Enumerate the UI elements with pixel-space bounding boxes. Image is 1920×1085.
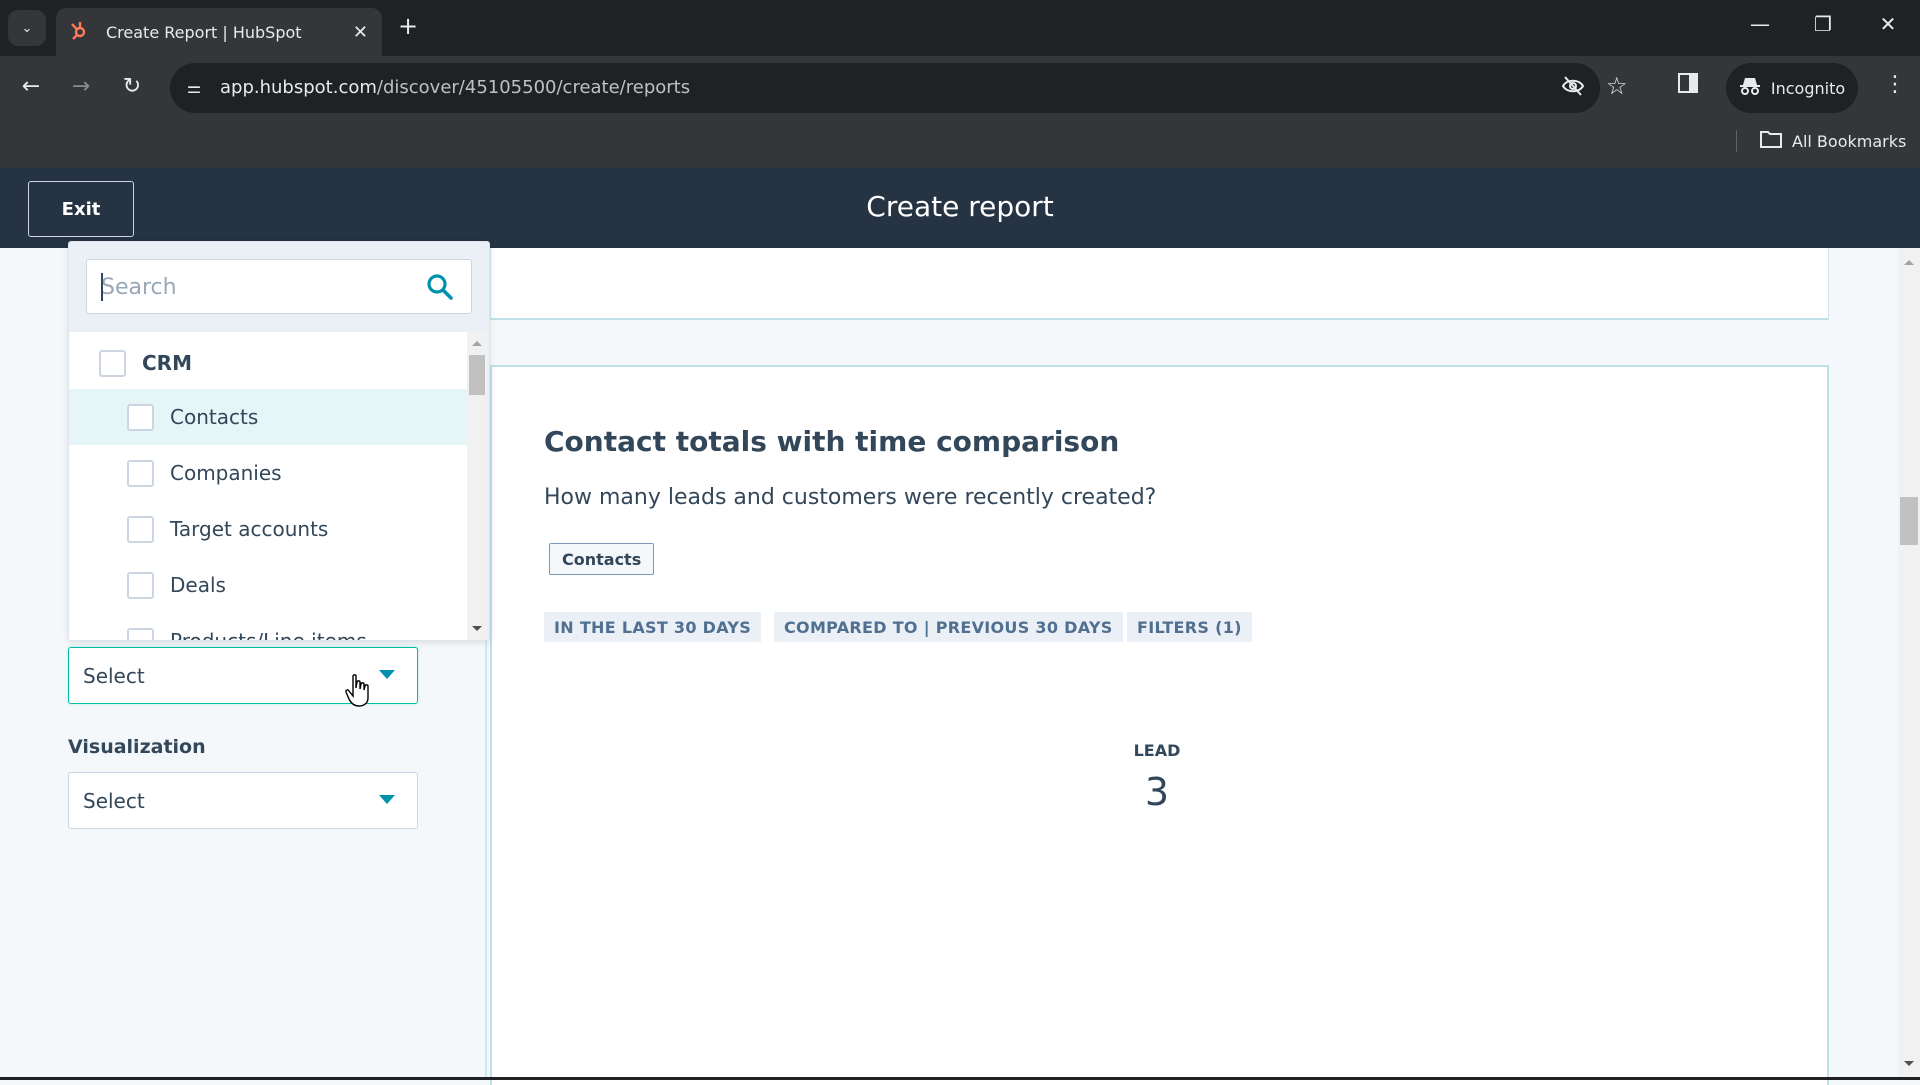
- browser-menu-icon[interactable]: ⋮: [1884, 72, 1906, 97]
- object-tag: Contacts: [549, 543, 655, 575]
- list-item-label: Contacts: [170, 405, 259, 429]
- date-range-pill[interactable]: IN THE LAST 30 DAYS: [544, 612, 762, 642]
- tab-close-icon[interactable]: ✕: [353, 22, 368, 43]
- list-item-label: Products/Line items: [170, 629, 367, 640]
- incognito-indicator[interactable]: Incognito: [1726, 63, 1858, 113]
- forward-arrow-icon[interactable]: →: [66, 74, 96, 99]
- checkbox[interactable]: [127, 403, 154, 431]
- hubspot-favicon-icon: [70, 20, 92, 45]
- visualization-select-value: Select: [83, 788, 145, 813]
- scroll-down-arrow-icon[interactable]: [1904, 1061, 1914, 1066]
- list-item-deals[interactable]: Deals: [69, 557, 467, 613]
- dropdown-search-input[interactable]: [101, 270, 411, 304]
- bookmarks-separator: [1736, 130, 1737, 152]
- list-item-target-accounts[interactable]: Target accounts: [69, 501, 467, 557]
- report-title: Contact totals with time comparison: [544, 425, 1120, 458]
- reload-icon[interactable]: ↻: [117, 74, 147, 99]
- scroll-up-arrow-icon[interactable]: [472, 341, 482, 346]
- all-bookmarks-button[interactable]: All Bookmarks: [1760, 130, 1906, 152]
- checkbox[interactable]: [127, 571, 154, 599]
- chevron-down-icon: ⌄: [21, 20, 33, 36]
- dropdown-scrollbar[interactable]: [467, 332, 487, 640]
- dropdown-search-field[interactable]: [86, 259, 472, 314]
- page-scrollbar[interactable]: [1898, 248, 1920, 1078]
- incognito-icon: [1739, 76, 1761, 100]
- dropdown-list: CRM Contacts Companies Target accounts D…: [69, 332, 467, 640]
- incognito-label: Incognito: [1770, 78, 1846, 98]
- kpi-label: LEAD: [1133, 741, 1181, 760]
- checkbox[interactable]: [127, 459, 154, 487]
- list-item-label: Deals: [170, 573, 226, 597]
- report-header-card: [490, 248, 1829, 320]
- new-tab-button[interactable]: +: [398, 12, 418, 40]
- all-bookmarks-label: All Bookmarks: [1792, 131, 1907, 151]
- folder-icon: [1760, 130, 1782, 152]
- bookmark-star-icon[interactable]: ☆: [1606, 72, 1628, 100]
- checkbox[interactable]: [127, 515, 154, 543]
- list-item-label: Companies: [170, 461, 282, 485]
- search-icon[interactable]: [425, 272, 455, 302]
- checkbox[interactable]: [99, 349, 126, 377]
- report-preview-card: [490, 365, 1829, 1085]
- window-close-button[interactable]: ✕: [1868, 12, 1908, 36]
- list-item-crm[interactable]: CRM: [69, 335, 467, 391]
- report-description: How many leads and customers were recent…: [544, 485, 1157, 510]
- comparison-pill[interactable]: COMPARED TO | PREVIOUS 30 DAYS: [774, 612, 1123, 642]
- dropdown-scrollbar-thumb[interactable]: [469, 355, 485, 395]
- browser-tab-active[interactable]: Create Report | HubSpot ✕: [56, 8, 382, 56]
- caret-down-icon: [379, 795, 395, 804]
- restore-button[interactable]: ❐: [1803, 12, 1843, 36]
- list-item-contacts[interactable]: Contacts: [69, 389, 467, 445]
- tab-title: Create Report | HubSpot: [106, 22, 302, 42]
- minimize-button[interactable]: —: [1740, 12, 1780, 36]
- hand-cursor-icon: [345, 674, 371, 708]
- bookmarks-bar: [0, 120, 1920, 168]
- visualization-select[interactable]: Select: [68, 772, 418, 829]
- list-item-companies[interactable]: Companies: [69, 445, 467, 501]
- page-scrollbar-thumb[interactable]: [1900, 497, 1918, 545]
- eye-off-icon[interactable]: [1561, 75, 1585, 102]
- side-panel-icon[interactable]: [1677, 72, 1699, 99]
- kpi-value: 3: [1144, 770, 1170, 814]
- list-item-label: Target accounts: [170, 517, 329, 541]
- checkbox[interactable]: [127, 627, 154, 640]
- data-source-select-value: Select: [83, 663, 145, 688]
- filters-pill[interactable]: FILTERS (1): [1127, 612, 1252, 642]
- list-item-products-line-items[interactable]: Products/Line items: [69, 613, 467, 640]
- url-text[interactable]: app.hubspot.com/discover/45105500/create…: [220, 77, 690, 98]
- caret-down-icon: [379, 670, 395, 679]
- site-info-icon[interactable]: ⚌: [180, 74, 208, 102]
- visualization-label: Visualization: [68, 736, 206, 758]
- back-arrow-icon[interactable]: ←: [16, 74, 46, 99]
- tab-search-button[interactable]: ⌄: [8, 10, 46, 46]
- scroll-down-arrow-icon[interactable]: [472, 626, 482, 631]
- page-title: Create report: [866, 190, 1054, 223]
- scroll-up-arrow-icon[interactable]: [1904, 260, 1914, 265]
- text-cursor: [101, 273, 103, 301]
- list-item-label: CRM: [142, 351, 192, 375]
